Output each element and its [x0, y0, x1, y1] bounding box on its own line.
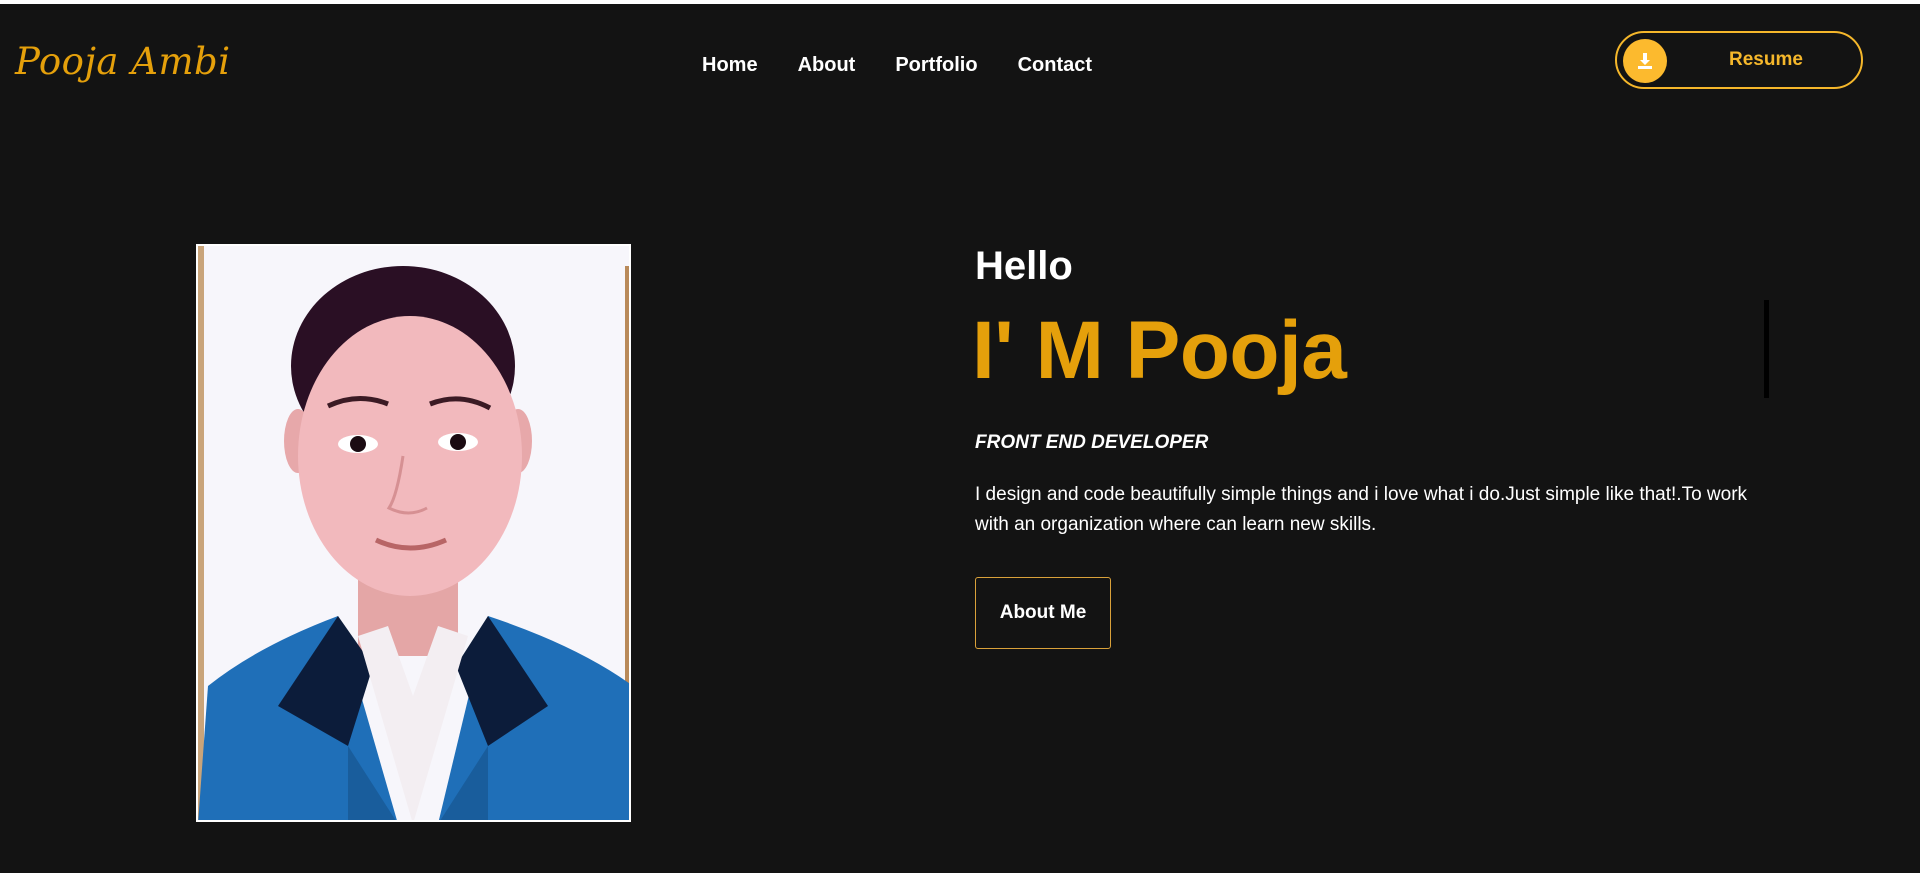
resume-label: Resume	[1729, 49, 1803, 70]
nav-about[interactable]: About	[798, 54, 856, 77]
nav-home[interactable]: Home	[702, 54, 758, 77]
typing-cursor	[1764, 300, 1769, 398]
nav-contact[interactable]: Contact	[1018, 54, 1092, 77]
download-icon	[1623, 39, 1667, 83]
profile-photo	[196, 244, 631, 822]
site-logo[interactable]: Pooja Ambi	[15, 40, 231, 83]
role-title: FRONT END DEVELOPER	[975, 432, 1209, 453]
nav-portfolio[interactable]: Portfolio	[895, 54, 977, 77]
main-nav: Home About Portfolio Contact	[702, 54, 1132, 77]
page: Pooja Ambi Home About Portfolio Contact …	[0, 0, 1920, 873]
hero-name-heading: I' M Pooja	[972, 305, 1347, 396]
resume-button[interactable]: Resume	[1615, 31, 1863, 89]
greeting-text: Hello	[975, 244, 1073, 288]
hero-description: I design and code beautifully simple thi…	[975, 484, 1748, 535]
about-me-button[interactable]: About Me	[975, 577, 1111, 649]
